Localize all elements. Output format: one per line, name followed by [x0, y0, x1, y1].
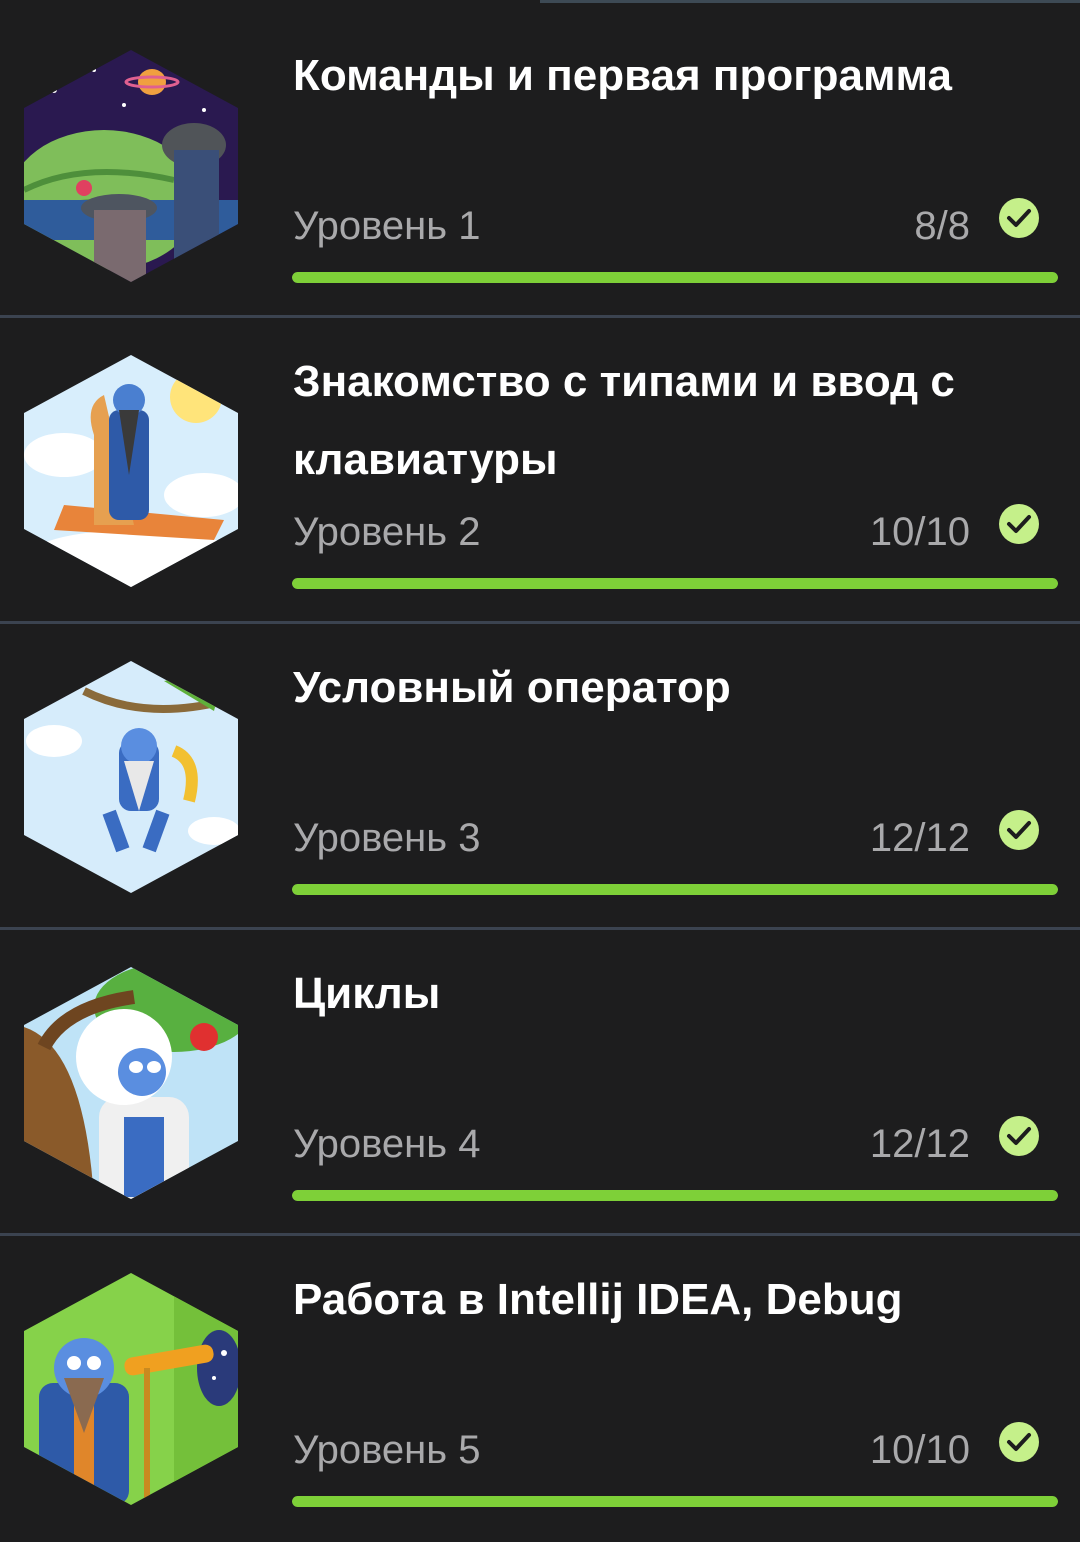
lesson-illustration [24, 967, 238, 1199]
lesson-title: Работа в Intellij IDEA, Debug [293, 1275, 903, 1324]
lesson-progress-bar [292, 884, 1058, 895]
lesson-count: 10/10 [869, 1428, 970, 1472]
lesson-level: Уровень 4 [293, 1122, 481, 1166]
lesson-progress-fill [292, 1190, 1058, 1201]
lesson-illustration [24, 355, 238, 587]
lesson-progress-bar [292, 272, 1058, 283]
lesson-level: Уровень 5 [293, 1428, 481, 1472]
lesson-progress-bar [292, 578, 1058, 589]
lesson-progress-fill [292, 578, 1058, 589]
lesson-illustration [24, 50, 238, 282]
lesson-item[interactable]: Циклы Уровень 4 12/12 [0, 930, 1080, 1236]
lesson-item[interactable]: Знакомство с типами и ввод с клавиатуры … [0, 318, 1080, 624]
check-circle-icon [999, 198, 1039, 238]
lesson-title: Знакомство с типами и ввод с клавиатуры [293, 357, 955, 484]
lesson-level: Уровень 3 [293, 816, 481, 860]
lesson-count: 12/12 [869, 1122, 970, 1166]
lesson-item[interactable]: Условный оператор Уровень 3 12/12 [0, 624, 1080, 930]
lesson-item[interactable]: Команды и первая программа Уровень 1 8/8 [0, 0, 1080, 306]
lesson-progress-bar [292, 1496, 1058, 1507]
lesson-progress-fill [292, 272, 1058, 283]
lesson-progress-fill [292, 884, 1058, 895]
check-circle-icon [999, 810, 1039, 850]
lesson-level: Уровень 1 [293, 204, 481, 248]
lesson-item[interactable]: Работа в Intellij IDEA, Debug Уровень 5 … [0, 1236, 1080, 1542]
check-circle-icon [999, 1116, 1039, 1156]
lesson-progress-bar [292, 1190, 1058, 1201]
check-circle-icon [999, 504, 1039, 544]
lesson-title: Условный оператор [293, 663, 731, 712]
lesson-count: 8/8 [914, 204, 970, 248]
lesson-illustration [24, 1273, 238, 1505]
lesson-level: Уровень 2 [293, 510, 481, 554]
check-circle-icon [999, 1422, 1039, 1462]
lesson-illustration [24, 661, 238, 893]
lesson-count: 10/10 [869, 510, 970, 554]
lesson-title: Команды и первая программа [293, 51, 952, 100]
lesson-count: 12/12 [869, 816, 970, 860]
lesson-progress-fill [292, 1496, 1058, 1507]
lesson-title: Циклы [293, 969, 441, 1018]
